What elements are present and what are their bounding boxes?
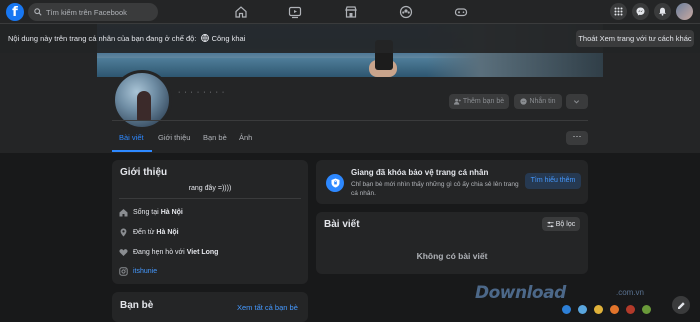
learn-more-button[interactable]: Tìm hiểu thêm bbox=[525, 173, 581, 189]
exit-view-as-button[interactable]: Thoát Xem trang với tư cách khác bbox=[576, 30, 694, 47]
more-actions-button[interactable] bbox=[566, 94, 588, 109]
profile-picture[interactable] bbox=[112, 70, 172, 130]
menu-grid-icon[interactable] bbox=[610, 3, 627, 20]
marketplace-icon[interactable] bbox=[344, 5, 358, 19]
active-tab-indicator bbox=[112, 150, 152, 152]
watermark-dot bbox=[594, 305, 603, 314]
profile-name: · · · · · · · · bbox=[178, 89, 226, 96]
lock-title: Giang đã khóa bảo vệ trang cá nhân bbox=[351, 168, 489, 177]
watermark-dot bbox=[578, 305, 587, 314]
facebook-logo[interactable]: f bbox=[6, 3, 24, 21]
no-posts-message: Không có bài viết bbox=[416, 251, 488, 261]
watermark-logo: Download bbox=[475, 283, 566, 303]
groups-icon[interactable] bbox=[399, 5, 413, 19]
watermark-dot bbox=[610, 305, 619, 314]
bell-icon[interactable] bbox=[654, 3, 671, 20]
tab-photos[interactable]: Ảnh bbox=[239, 133, 252, 142]
shield-icon bbox=[326, 174, 344, 192]
notice-text: Nội dung này trên trang cá nhân của bạn … bbox=[8, 34, 246, 43]
chevron-down-icon bbox=[573, 100, 579, 104]
tab-about[interactable]: Giới thiệu bbox=[158, 133, 190, 142]
compose-icon bbox=[677, 301, 685, 309]
posts-title: Bài viết bbox=[324, 219, 360, 230]
profile-lock-card: Giang đã khóa bảo vệ trang cá nhân Chỉ b… bbox=[316, 160, 588, 204]
tab-friends[interactable]: Bạn bè bbox=[203, 133, 227, 142]
home-icon[interactable] bbox=[234, 5, 248, 19]
messenger-icon[interactable] bbox=[632, 3, 649, 20]
top-navigation-bar: f Tìm kiếm trên Facebook bbox=[0, 0, 700, 24]
intro-card: Giới thiệu rang đây =)))) Sống tại Hà Nội… bbox=[112, 160, 308, 284]
location-pin-icon bbox=[120, 228, 127, 237]
messenger-icon bbox=[520, 98, 528, 105]
message-button[interactable]: Nhắn tin bbox=[514, 94, 562, 109]
friends-title: Bạn bè bbox=[120, 300, 154, 311]
lock-description: Chỉ bạn bè mới nhìn thấy những gì cô ấy … bbox=[351, 181, 519, 197]
view-as-notice-banner: Nội dung này trên trang cá nhân của bạn … bbox=[0, 24, 700, 53]
account-avatar[interactable] bbox=[676, 3, 693, 20]
gaming-icon[interactable] bbox=[454, 5, 468, 19]
watermark-domain: .com.vn bbox=[616, 288, 645, 297]
add-friend-button[interactable]: Thêm bạn bè bbox=[449, 94, 509, 109]
intro-bio: rang đây =)))) bbox=[188, 185, 232, 192]
profile-divider bbox=[112, 120, 588, 121]
watermark-dot bbox=[642, 305, 651, 314]
search-input[interactable]: Tìm kiếm trên Facebook bbox=[28, 3, 158, 21]
more-options-button[interactable]: ··· bbox=[566, 131, 588, 145]
intro-from: Đến từ Hà Nội bbox=[119, 228, 179, 237]
intro-relationship: Đang hẹn hò với Viet Long bbox=[119, 248, 218, 257]
intro-lives-in: Sống tại Hà Nội bbox=[119, 208, 183, 217]
intro-divider bbox=[119, 198, 301, 199]
posts-card: Bài viết Bộ lọc Không có bài viết bbox=[316, 212, 588, 274]
tab-posts[interactable]: Bài viết bbox=[119, 133, 144, 142]
watermark-dot bbox=[626, 305, 635, 314]
filter-icon bbox=[547, 221, 554, 227]
new-message-button[interactable] bbox=[672, 296, 690, 314]
search-placeholder: Tìm kiếm trên Facebook bbox=[46, 7, 127, 17]
friends-card: Bạn bè Xem tất cả bạn bè bbox=[112, 292, 308, 322]
heart-icon bbox=[119, 249, 128, 256]
watermark-dot bbox=[562, 305, 571, 314]
home-icon bbox=[119, 209, 128, 217]
add-friend-icon bbox=[453, 98, 461, 105]
see-all-friends-link[interactable]: Xem tất cả bạn bè bbox=[237, 303, 298, 312]
intro-title: Giới thiệu bbox=[120, 167, 168, 178]
intro-instagram[interactable]: itshunie bbox=[119, 267, 157, 276]
search-icon bbox=[34, 8, 42, 16]
instagram-icon bbox=[119, 267, 128, 276]
privacy-mode: Công khai bbox=[211, 34, 246, 43]
globe-icon bbox=[201, 34, 210, 42]
watch-icon[interactable] bbox=[288, 5, 302, 19]
filter-button[interactable]: Bộ lọc bbox=[542, 217, 580, 231]
